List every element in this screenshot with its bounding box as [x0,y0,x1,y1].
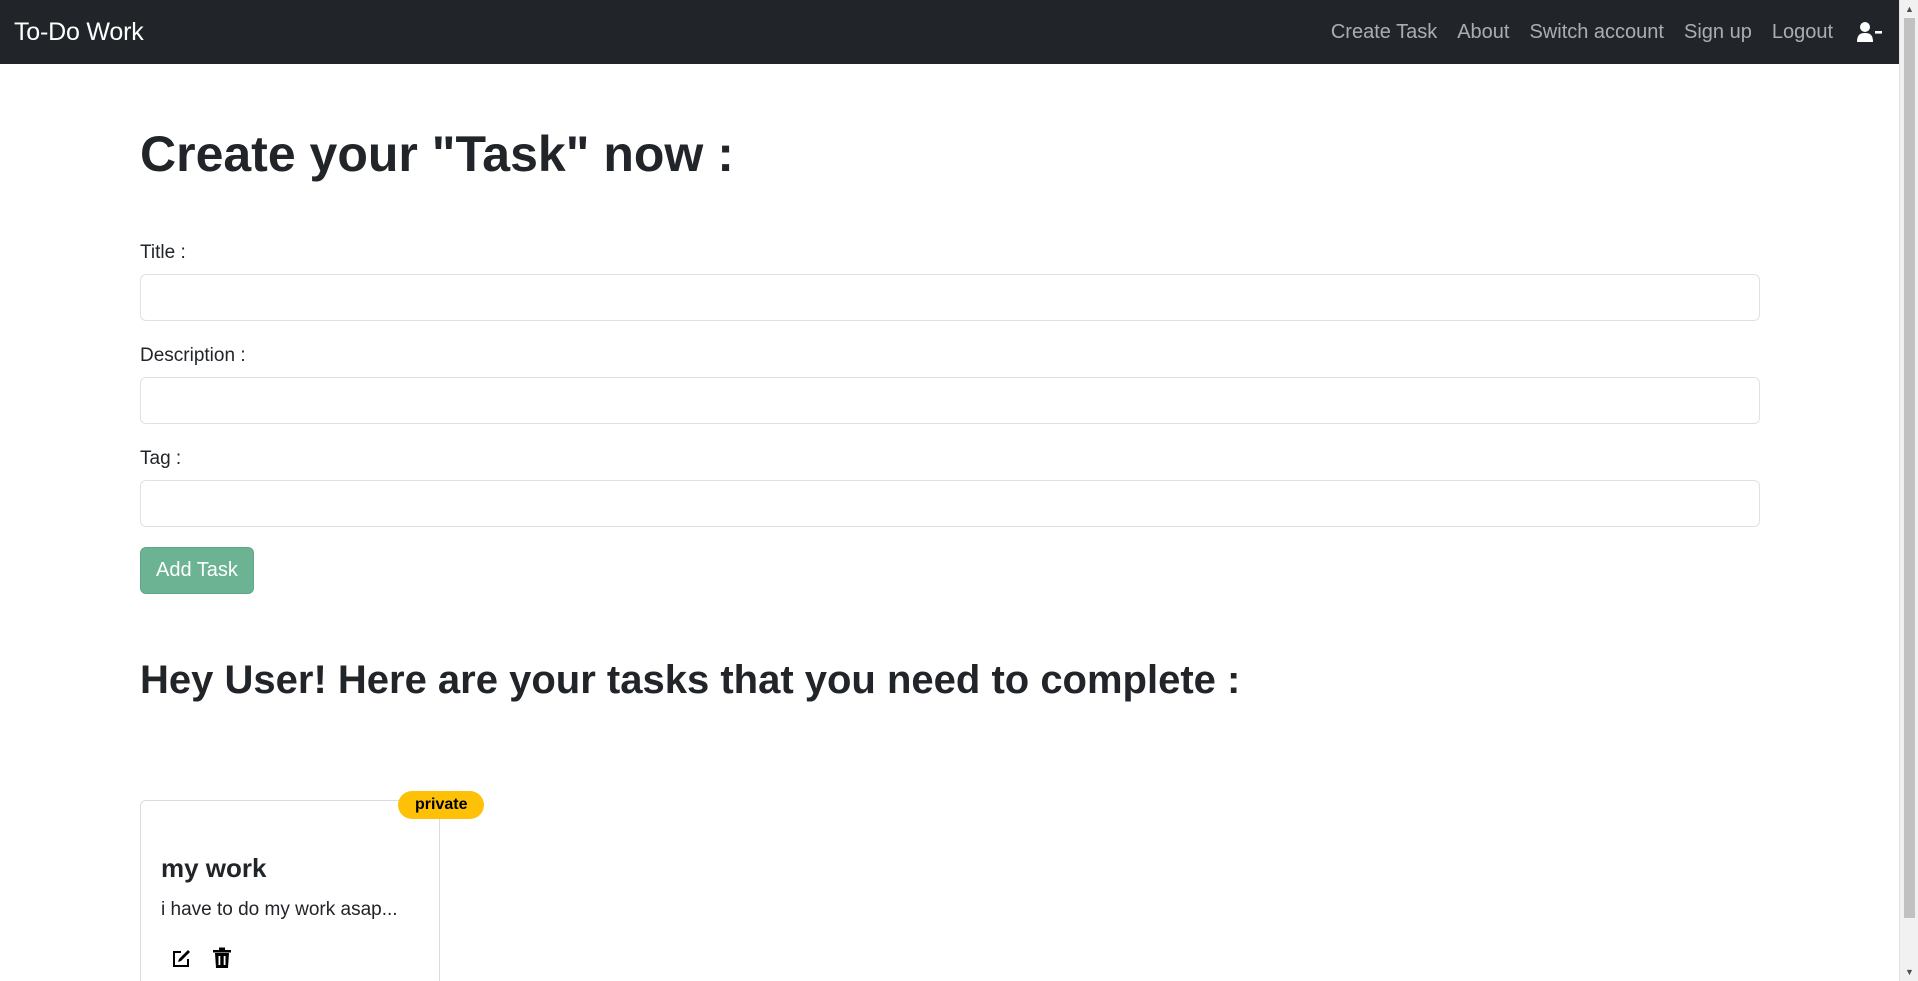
create-task-form: Title : Description : Tag : Add Task [140,242,1760,594]
vertical-scrollbar[interactable]: ▲ ▼ [1899,0,1918,981]
edit-icon[interactable] [169,945,195,971]
task-card: my work i have to do my work asap... [140,800,440,981]
scroll-thumb[interactable] [1904,18,1915,918]
task-card-title: my work [161,853,267,883]
title-label: Title : [140,242,186,263]
tag-group: Tag : [140,448,1760,527]
brand-link[interactable]: To-Do Work [14,18,144,47]
navbar: To-Do Work Create Task About Switch acco… [0,0,1899,64]
tasks-heading: Hey User! Here are your tasks that you n… [140,658,1241,702]
nav-link-logout[interactable]: Logout [1762,21,1843,44]
title-group: Title : [140,242,1760,321]
nav-link-sign-up[interactable]: Sign up [1674,21,1762,44]
nav-link-switch-account[interactable]: Switch account [1519,21,1674,44]
task-card-description: i have to do my work asap... [161,899,398,920]
tag-input[interactable] [140,480,1760,527]
description-group: Description : [140,345,1760,424]
scroll-up-arrow-icon[interactable]: ▲ [1900,0,1918,18]
description-label: Description : [140,345,246,366]
page-title: Create your "Task" now : [140,126,734,182]
nav-link-about[interactable]: About [1447,21,1519,44]
scroll-down-arrow-icon[interactable]: ▼ [1900,963,1918,981]
trash-icon[interactable] [209,945,235,971]
task-card-actions [169,945,235,971]
description-input[interactable] [140,377,1760,424]
nav-links: Create Task About Switch account Sign up… [1321,17,1885,47]
title-input[interactable] [140,274,1760,321]
tag-label: Tag : [140,448,182,469]
nav-link-create-task[interactable]: Create Task [1321,21,1447,44]
task-privacy-badge: private [398,791,485,819]
add-task-button[interactable]: Add Task [140,547,254,594]
main-container: Create your "Task" now : Title : Descrip… [140,64,1760,704]
user-minus-icon[interactable] [1855,17,1885,47]
